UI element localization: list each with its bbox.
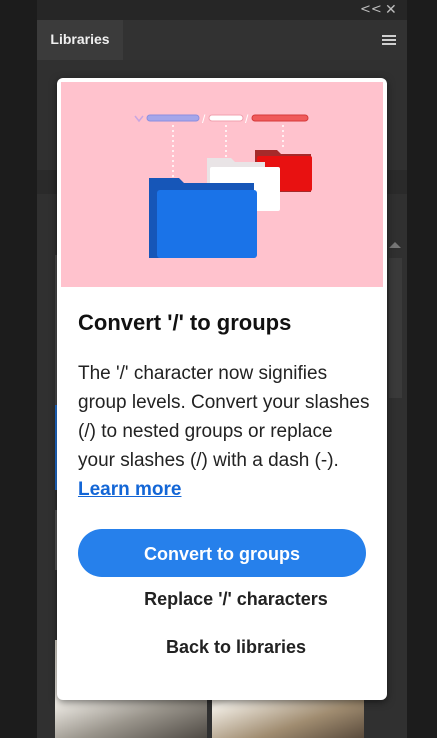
convert-groups-dialog: / / Convert '/' to groups The '/' charac… bbox=[57, 78, 387, 700]
collapse-panel-icon[interactable]: << bbox=[360, 1, 382, 19]
replace-characters-button[interactable]: Replace '/' characters bbox=[58, 588, 387, 611]
folder-hierarchy-illustration: / / bbox=[134, 112, 312, 258]
slash-separator: / bbox=[202, 112, 206, 126]
slash-separator: / bbox=[245, 112, 249, 126]
group-pill-icon bbox=[208, 114, 244, 122]
scroll-up-arrow-icon[interactable] bbox=[389, 242, 401, 248]
convert-to-groups-button[interactable]: Convert to groups bbox=[78, 529, 366, 577]
scrollbar[interactable] bbox=[389, 258, 402, 398]
chevron-down-icon bbox=[134, 115, 144, 123]
group-pill-icon bbox=[146, 114, 200, 122]
close-panel-icon[interactable]: ✕ bbox=[385, 1, 397, 19]
dialog-description: The '/' character now signifies group le… bbox=[78, 359, 370, 504]
group-pill-icon bbox=[251, 114, 309, 122]
panel-top-bar: << ✕ bbox=[37, 0, 407, 20]
dialog-title: Convert '/' to groups bbox=[78, 310, 292, 335]
blue-folder-icon bbox=[149, 178, 257, 258]
panel-tab-strip: Libraries bbox=[37, 20, 407, 60]
learn-more-link[interactable]: Learn more bbox=[78, 479, 181, 500]
dialog-description-text: The '/' character now signifies group le… bbox=[78, 363, 370, 471]
tab-libraries[interactable]: Libraries bbox=[37, 20, 123, 60]
hero-illustration: / / bbox=[61, 82, 383, 287]
panel-menu-icon[interactable] bbox=[382, 35, 396, 46]
back-to-libraries-button[interactable]: Back to libraries bbox=[88, 636, 384, 659]
